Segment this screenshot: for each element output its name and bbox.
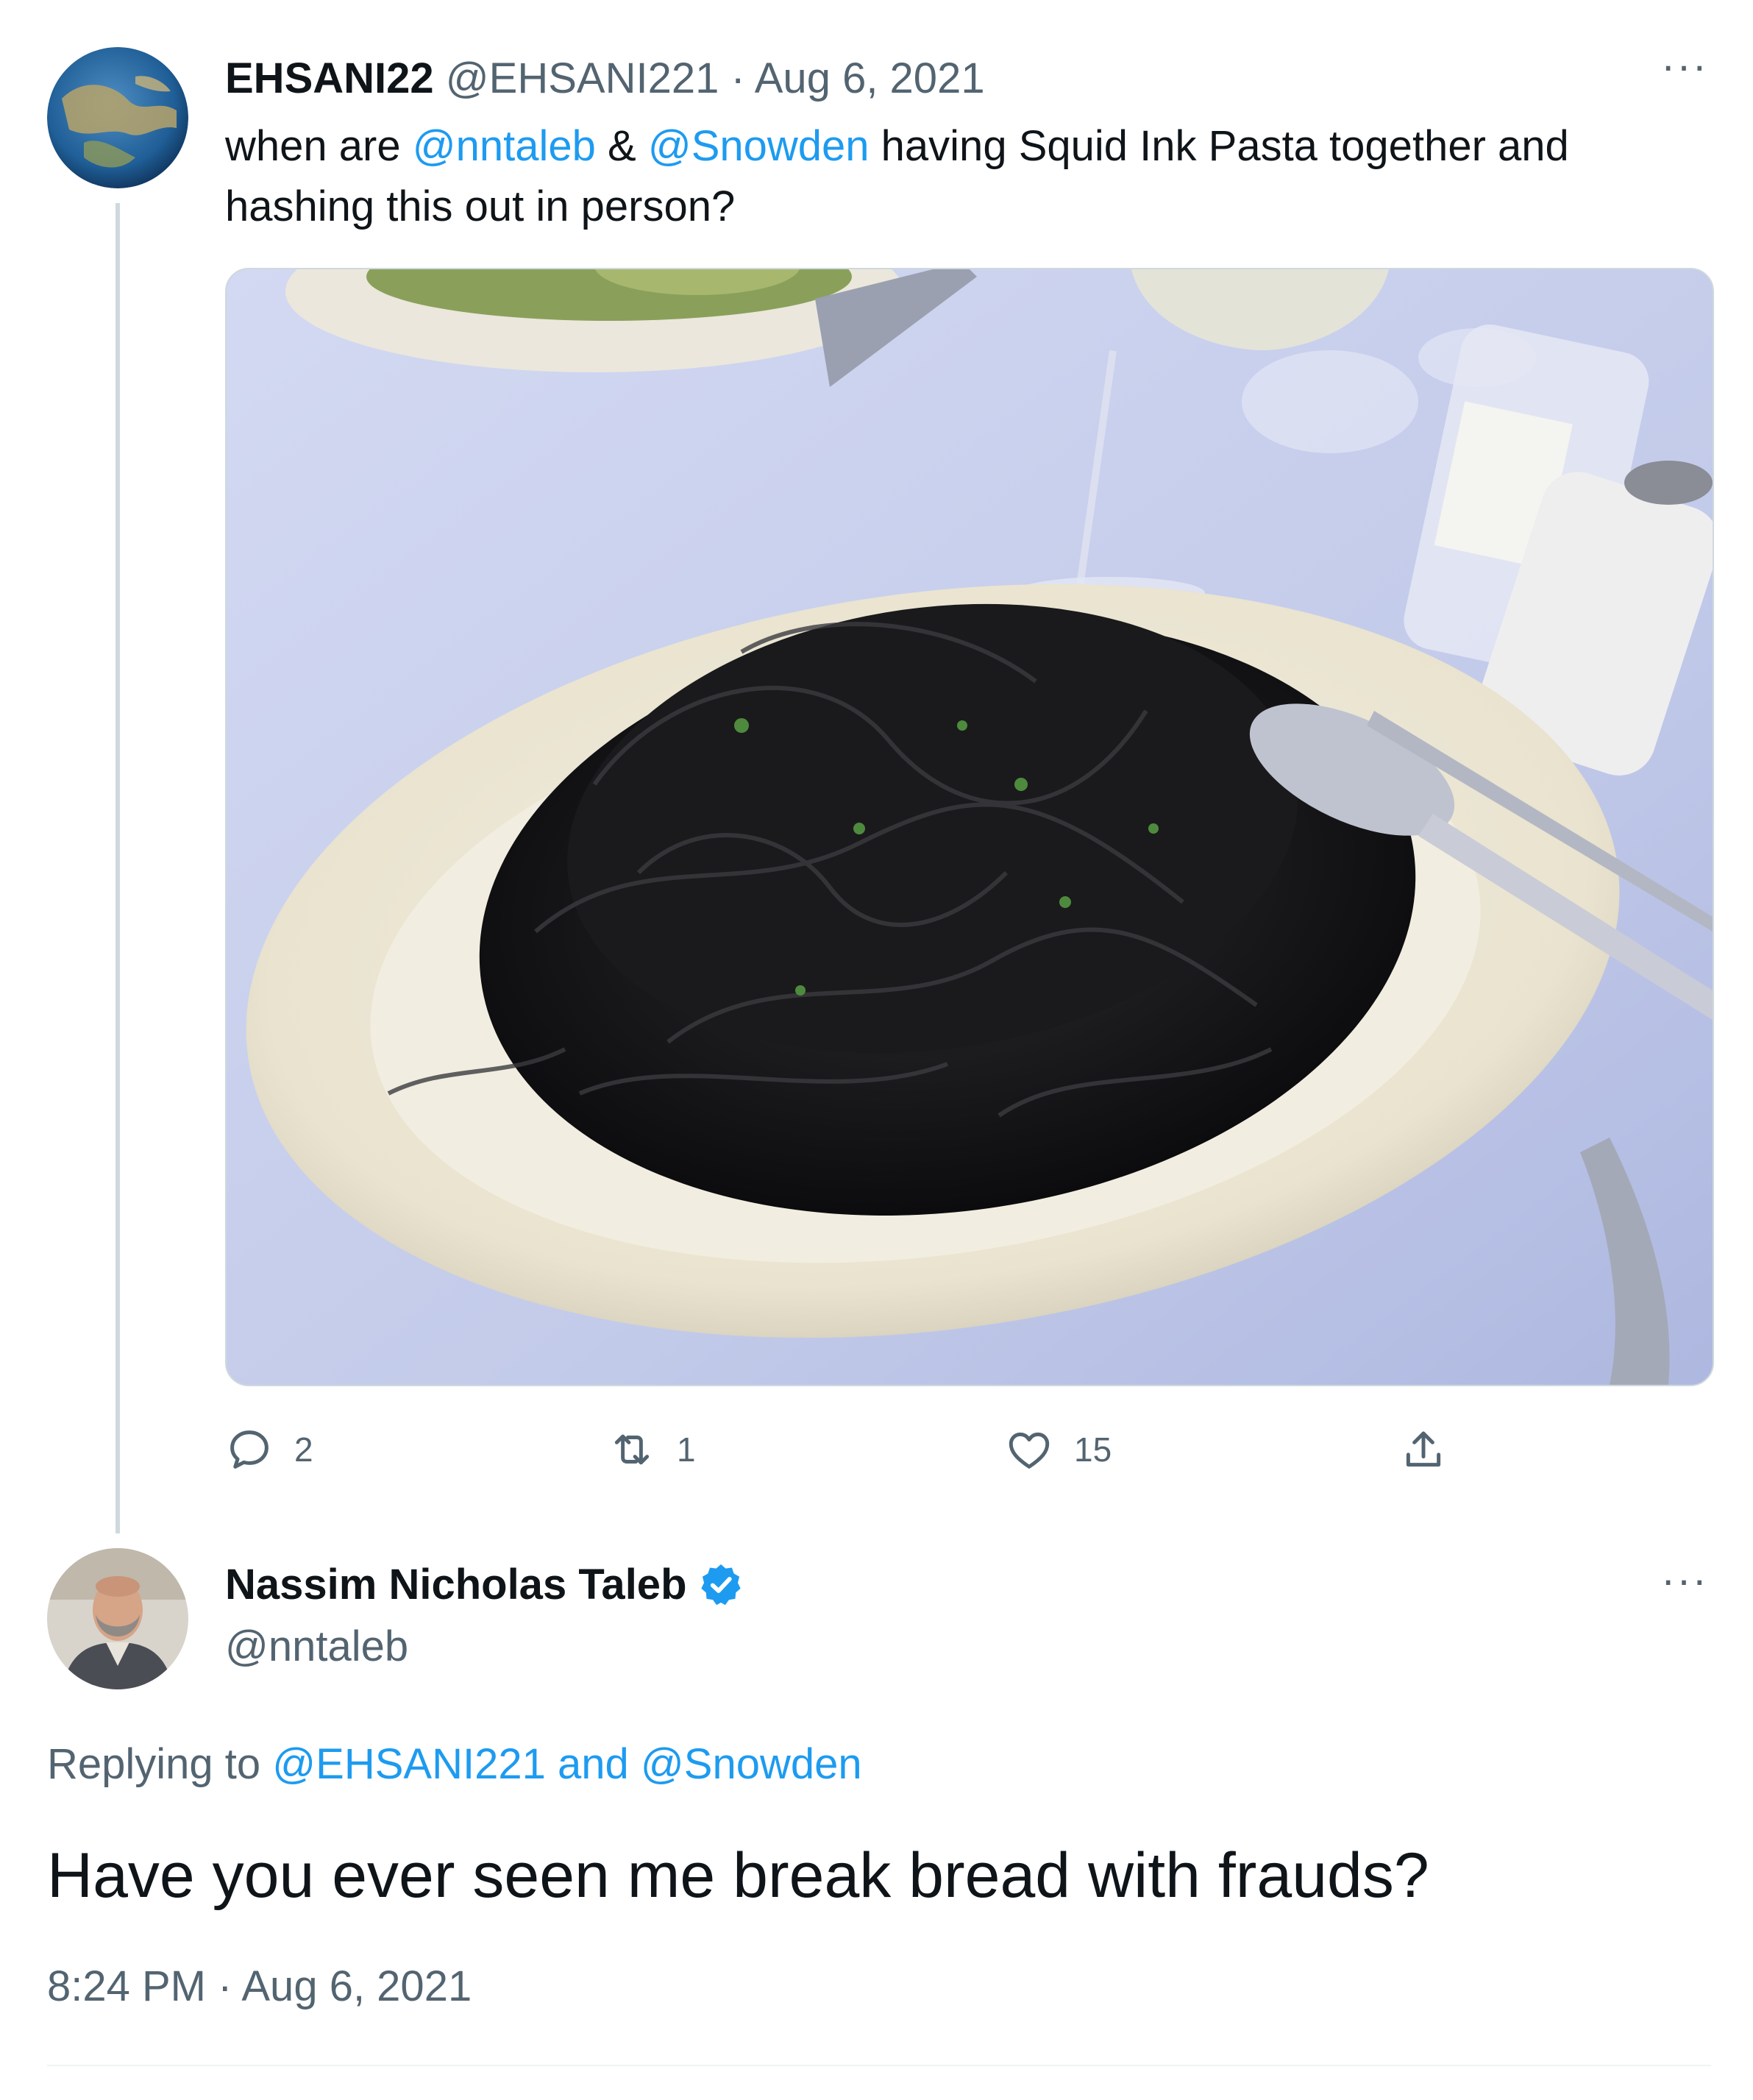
tweet-text: when are @nntaleb & @Snowden having Squi… bbox=[225, 116, 1682, 237]
timestamp-separator: · bbox=[218, 1962, 232, 2010]
like-icon bbox=[1009, 1432, 1050, 1469]
header-separator: · bbox=[730, 54, 745, 102]
person-avatar-icon bbox=[47, 1548, 188, 1689]
retweet-button[interactable]: 1 bbox=[608, 1420, 696, 1479]
tweet-photo[interactable] bbox=[225, 268, 1714, 1386]
author-handle[interactable]: @EHSANI221 bbox=[446, 54, 719, 102]
more-icon[interactable]: ··· bbox=[1661, 45, 1708, 88]
tweet-text-part: & bbox=[595, 122, 648, 170]
reply-author-name[interactable]: Nassim Nicholas Taleb bbox=[225, 1558, 687, 1611]
replying-to: Replying to @EHSANI221 and @Snowden bbox=[47, 1737, 862, 1792]
verified-badge-icon bbox=[700, 1564, 741, 1606]
tweet-text-part: when are bbox=[225, 122, 413, 170]
tweet-date[interactable]: Aug 6, 2021 bbox=[755, 54, 985, 102]
like-button[interactable]: 15 bbox=[1005, 1420, 1112, 1479]
divider bbox=[47, 2065, 1711, 2066]
reply-button[interactable]: 2 bbox=[225, 1420, 313, 1479]
mention-link[interactable]: @nntaleb bbox=[413, 122, 596, 170]
reply-date: Aug 6, 2021 bbox=[241, 1962, 472, 2010]
tweet-header: EHSANI22 @EHSANI221 · Aug 6, 2021 bbox=[225, 53, 985, 104]
share-button[interactable] bbox=[1399, 1420, 1468, 1479]
more-icon[interactable]: ··· bbox=[1661, 1559, 1708, 1602]
retweet-icon bbox=[614, 1434, 650, 1465]
tweet-actions: 2 1 15 bbox=[225, 1420, 1520, 1479]
reply-author-handle[interactable]: @nntaleb bbox=[225, 1620, 408, 1673]
squid-ink-pasta-image bbox=[227, 269, 1713, 1385]
reply-count: 2 bbox=[294, 1430, 313, 1469]
globe-avatar-icon bbox=[47, 47, 188, 188]
reply-author-row: Nassim Nicholas Taleb bbox=[225, 1558, 744, 1611]
share-icon bbox=[1406, 1431, 1441, 1467]
mention-link[interactable]: @Snowden bbox=[648, 122, 870, 170]
reply-timestamp[interactable]: 8:24 PM · Aug 6, 2021 bbox=[47, 1959, 472, 2015]
replying-mention-link[interactable]: @Snowden bbox=[641, 1740, 862, 1788]
replying-mention-link[interactable]: @EHSANI221 bbox=[272, 1740, 546, 1788]
reply-text: Have you ever seen me break bread with f… bbox=[47, 1840, 1429, 1911]
reply-author-avatar[interactable] bbox=[47, 1548, 188, 1689]
retweet-count: 1 bbox=[677, 1430, 696, 1469]
replying-prefix: Replying to bbox=[47, 1740, 273, 1788]
thread-line bbox=[115, 203, 120, 1533]
like-count: 15 bbox=[1074, 1430, 1112, 1469]
reply-time: 8:24 PM bbox=[47, 1962, 206, 2010]
replying-and: and bbox=[545, 1740, 641, 1788]
author-avatar[interactable] bbox=[47, 47, 188, 188]
reply-icon bbox=[230, 1430, 269, 1469]
author-name[interactable]: EHSANI22 bbox=[225, 54, 434, 102]
